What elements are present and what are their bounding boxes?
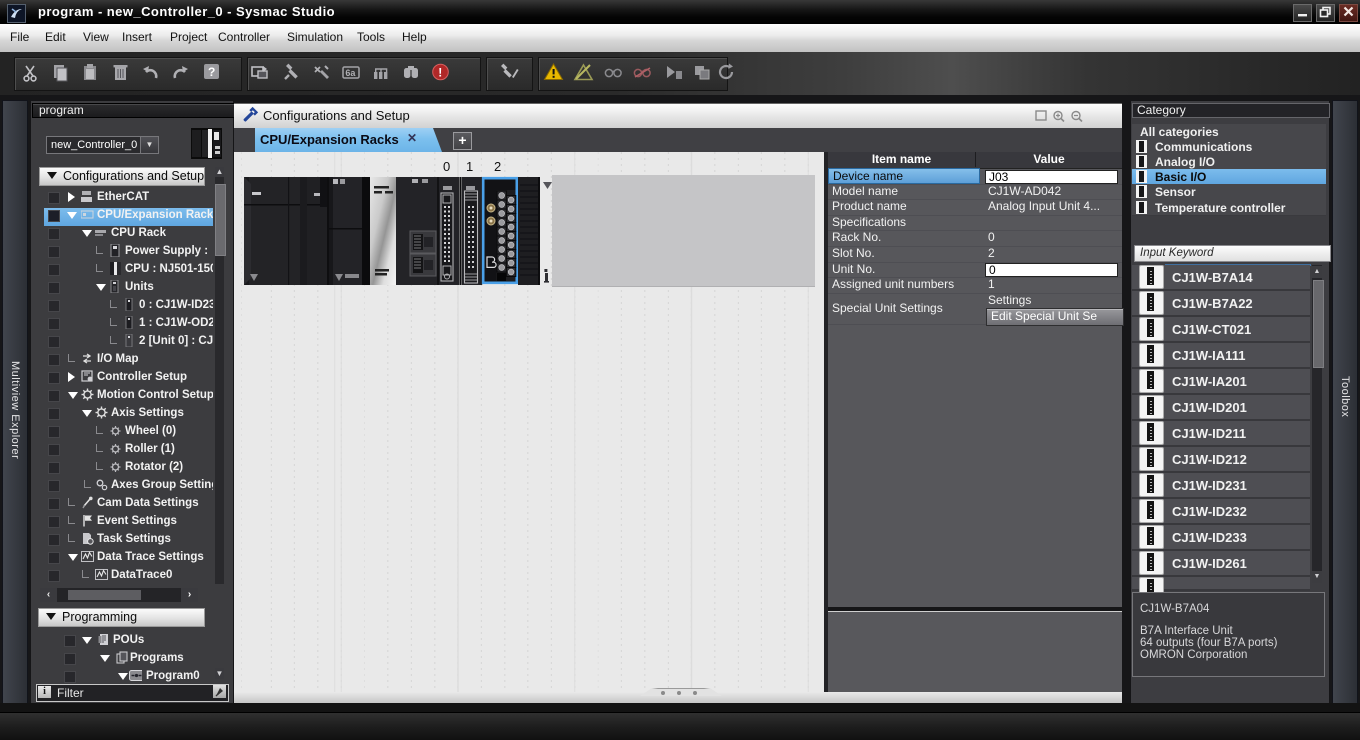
svg-text:0: 0 bbox=[443, 159, 450, 174]
svg-text:6a: 6a bbox=[345, 68, 356, 78]
svg-text:!: ! bbox=[438, 66, 442, 80]
svg-text:1: 1 bbox=[466, 159, 473, 174]
svg-text:?: ? bbox=[208, 65, 215, 79]
svg-text:2: 2 bbox=[494, 159, 501, 174]
